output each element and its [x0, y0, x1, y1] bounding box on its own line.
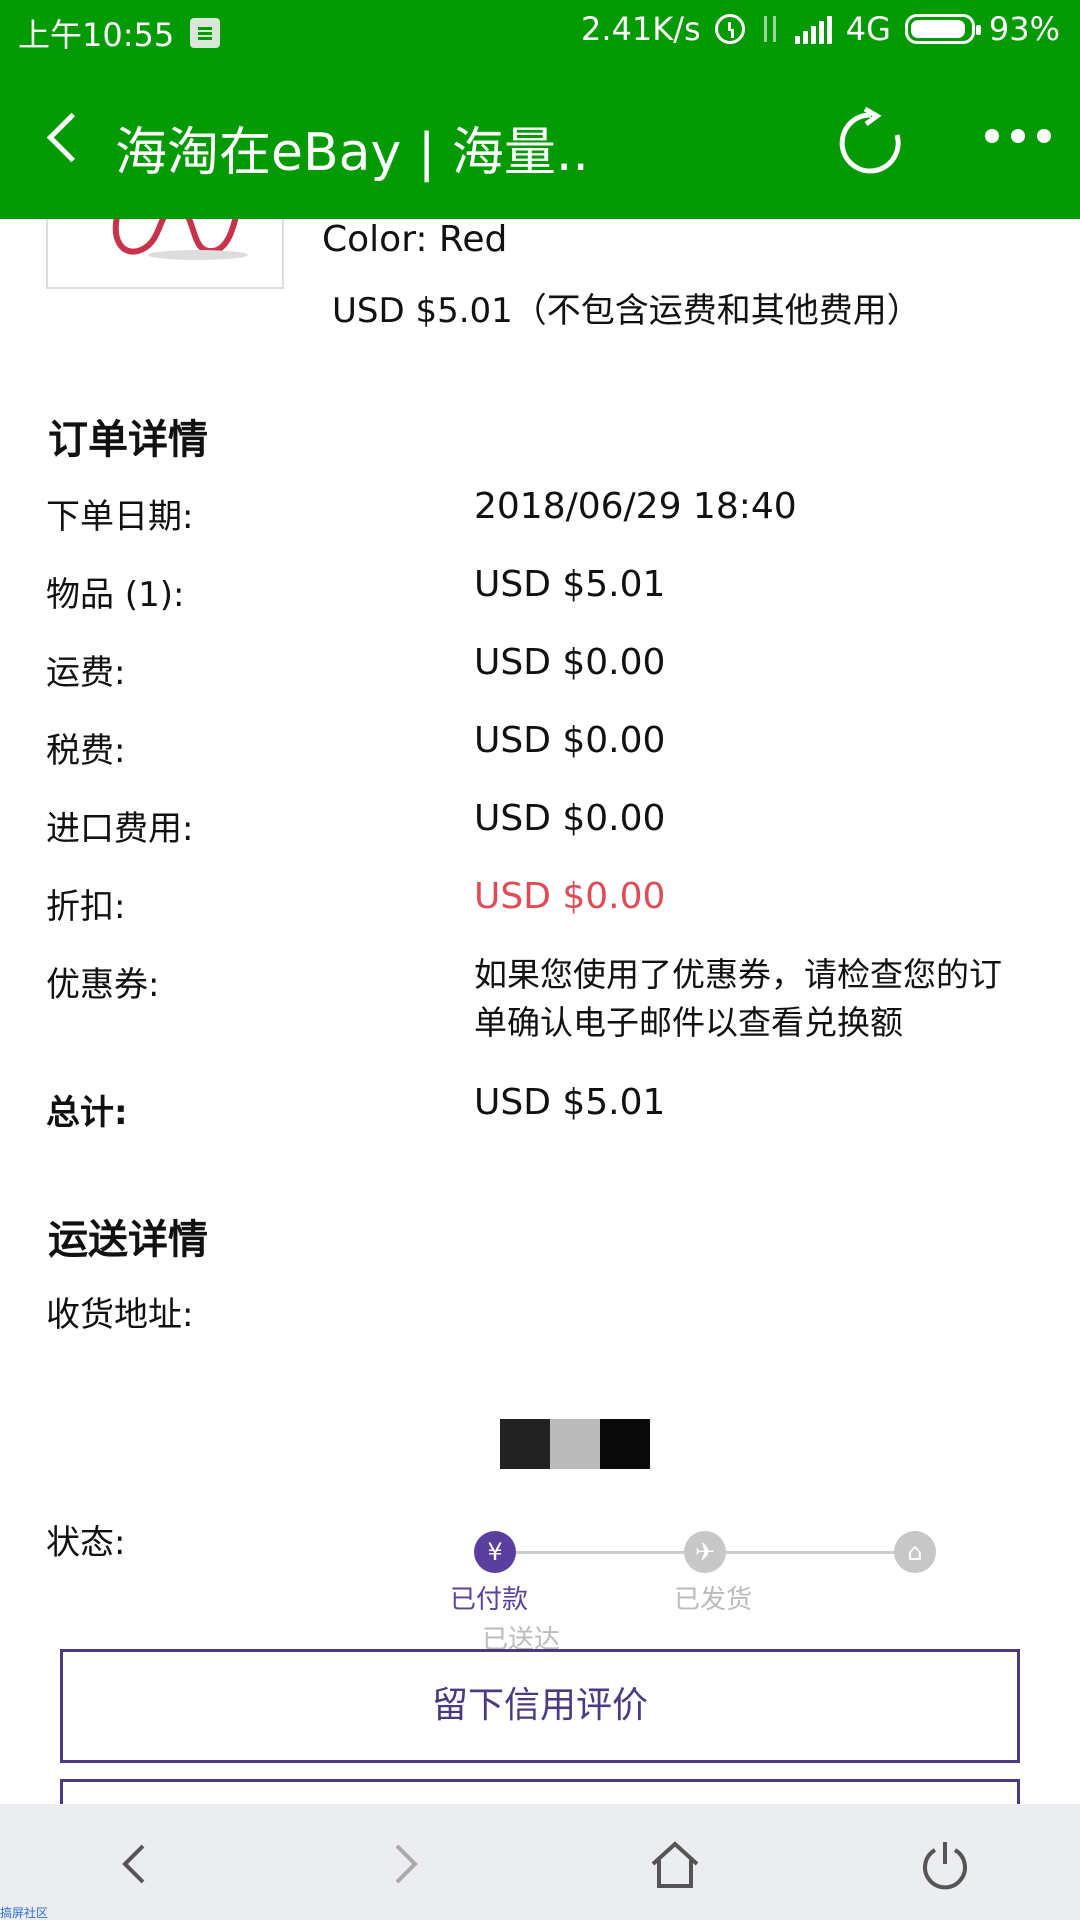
power-icon [923, 1842, 967, 1890]
message-icon [190, 18, 221, 48]
step-paid-label: 已付款 [450, 1585, 529, 1615]
data-transfer-icon [759, 14, 781, 44]
yuan-icon: ¥ [474, 1531, 516, 1573]
item-color: Color: Red [322, 219, 508, 260]
nav-home-button[interactable] [645, 1834, 705, 1894]
address-label: 收货地址: [46, 1295, 194, 1335]
more-dots-icon [985, 129, 999, 143]
chevron-right-icon [395, 1844, 418, 1884]
status-label: 状态: [46, 1523, 126, 1563]
home-icon [651, 1841, 699, 1888]
chevron-left-icon [122, 1844, 145, 1884]
order-detail-content: Color: Red USD $5.01（不包含运费和其他费用） 订单详情 下单… [0, 219, 1080, 1804]
import-fee-value: USD $0.00 [474, 798, 666, 839]
leave-feedback-button[interactable]: 留下信用评价 [60, 1649, 1020, 1763]
items-value: USD $5.01 [474, 564, 666, 605]
battery-percent: 93% [988, 10, 1060, 48]
discount-label: 折扣: [46, 887, 126, 927]
more-options-button[interactable] [985, 124, 1055, 148]
tax-label: 税费: [46, 731, 126, 771]
step-shipped-label: 已发货 [674, 1585, 753, 1615]
item-price: USD $5.01（不包含运费和其他费用） [332, 291, 921, 331]
items-label: 物品 (1): [46, 575, 185, 615]
alarm-icon [714, 14, 745, 44]
tax-value: USD $0.00 [474, 720, 666, 761]
redacted-address-block [500, 1419, 650, 1469]
plane-icon: ✈ [684, 1531, 726, 1573]
cable-image-icon [112, 219, 248, 260]
item-thumbnail[interactable] [46, 219, 284, 289]
page-title: 海淘在eBay | 海量.. [115, 123, 589, 183]
signal-icon [794, 14, 832, 44]
coupon-value: 如果您使用了优惠券，请检查您的订单确认电子邮件以查看兑换额 [474, 955, 1002, 1042]
shipping-fee-label: 运费: [46, 653, 126, 693]
nav-exit-button[interactable] [915, 1834, 975, 1894]
status-bar: 上午10:55 2.41K/s 4G 93% [0, 0, 1080, 62]
watermark: 搞屏社区 [0, 1906, 49, 1920]
shipping-details-title: 运送详情 [48, 1217, 208, 1263]
app-bar: 海淘在eBay | 海量.. [0, 62, 1080, 219]
refresh-icon [839, 106, 901, 174]
browser-bottom-nav [0, 1804, 1080, 1920]
total-label: 总计: [46, 1093, 128, 1133]
refresh-button[interactable] [835, 106, 907, 179]
secondary-action-button[interactable] [60, 1779, 1020, 1804]
order-date-label: 下单日期: [46, 497, 194, 537]
nav-back-button[interactable] [105, 1834, 165, 1894]
order-details-title: 订单详情 [48, 417, 208, 463]
nav-forward-button[interactable] [375, 1834, 435, 1894]
network-type: 4G [845, 10, 891, 48]
home-icon: ⌂ [894, 1531, 936, 1573]
total-value: USD $5.01 [474, 1082, 666, 1123]
status-speed: 2.41K/s [581, 10, 701, 48]
order-date-value: 2018/06/29 18:40 [474, 486, 797, 527]
shipping-fee-value: USD $0.00 [474, 642, 666, 683]
discount-value: USD $0.00 [474, 876, 666, 917]
back-button[interactable] [40, 110, 90, 170]
shipping-progress: ¥ ✈ ⌂ 已付款 已发货 已送达 [450, 1515, 954, 1655]
coupon-label: 优惠券: [46, 965, 160, 1005]
status-time: 上午10:55 [18, 16, 175, 54]
import-fee-label: 进口费用: [46, 809, 194, 849]
battery-icon [904, 14, 981, 44]
